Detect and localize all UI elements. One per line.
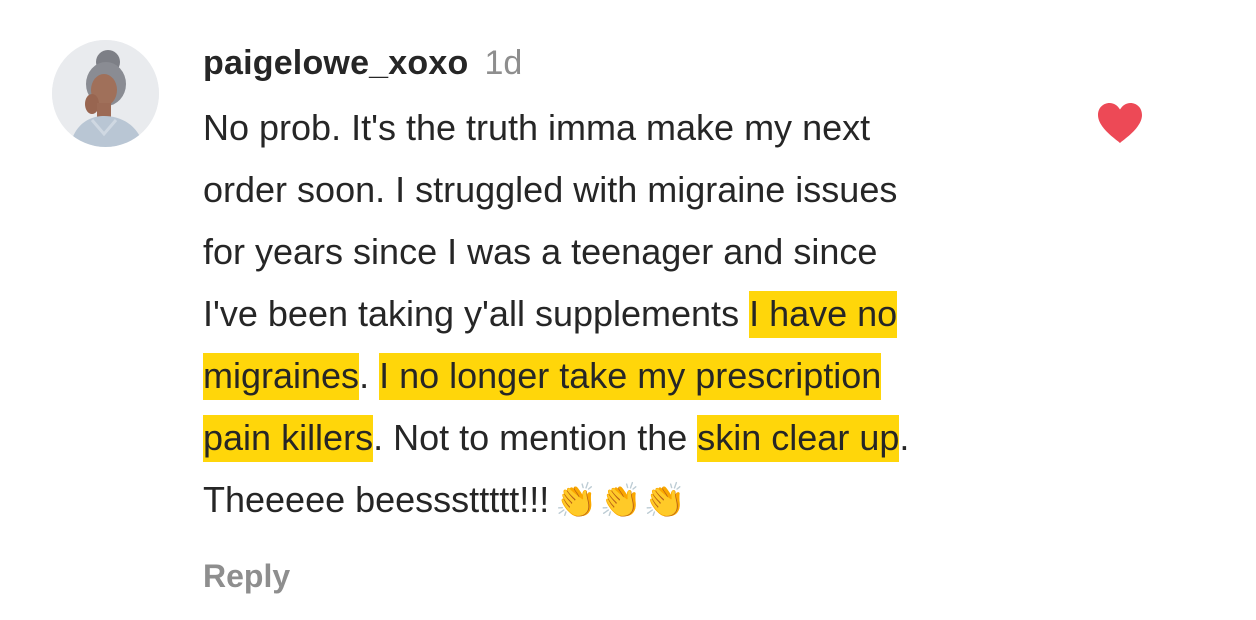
comment-line: No prob. It's the truth imma make my nex… [203, 97, 1083, 159]
comment-line: pain killers. Not to mention the skin cl… [203, 407, 1083, 469]
comment-text-segment: I've been taking y'all supplements [203, 293, 750, 334]
username-link[interactable]: paigelowe_xoxo [203, 44, 468, 83]
clapping-hands-icon: 👏👏👏 [555, 481, 689, 521]
comment-line: for years since I was a teenager and sin… [203, 221, 1083, 283]
comment-line: migraines. I no longer take my prescript… [203, 345, 1083, 407]
avatar-image [52, 40, 159, 147]
highlighted-text: migraines [203, 353, 360, 400]
like-button[interactable] [1095, 101, 1145, 145]
highlighted-text: I have no [749, 291, 898, 338]
comment-text: No prob. It's the truth imma make my nex… [203, 97, 1083, 532]
comment-header: paigelowe_xoxo 1d [203, 44, 522, 88]
comment-text-segment: . [899, 417, 910, 458]
comment-text-segment: No prob. It's the truth imma make my nex… [203, 107, 871, 148]
comment-line: I've been taking y'all supplements I hav… [203, 283, 1083, 345]
comment-text-segment: order soon. I struggled with migraine is… [203, 169, 898, 210]
heart-icon [1098, 103, 1142, 143]
highlighted-text: I no longer take my prescription [379, 353, 882, 400]
highlighted-text: pain killers [203, 415, 374, 462]
comment-line: order soon. I struggled with migraine is… [203, 159, 1083, 221]
highlighted-text: skin clear up [697, 415, 900, 462]
avatar[interactable] [52, 40, 159, 147]
comment-text-segment: for years since I was a teenager and sin… [203, 231, 878, 272]
comment-line: Theeeee beesssttttt!!! 👏👏👏 [203, 469, 1083, 532]
comment-text-segment: . [359, 355, 380, 396]
comment-text-segment: . Not to mention the [373, 417, 698, 458]
reply-button[interactable]: Reply [203, 558, 290, 595]
comment-timestamp: 1d [484, 44, 523, 82]
comment-text-segment: Theeeee beesssttttt!!! [203, 479, 550, 520]
comment: paigelowe_xoxo 1d No prob. It's the trut… [0, 0, 1256, 620]
